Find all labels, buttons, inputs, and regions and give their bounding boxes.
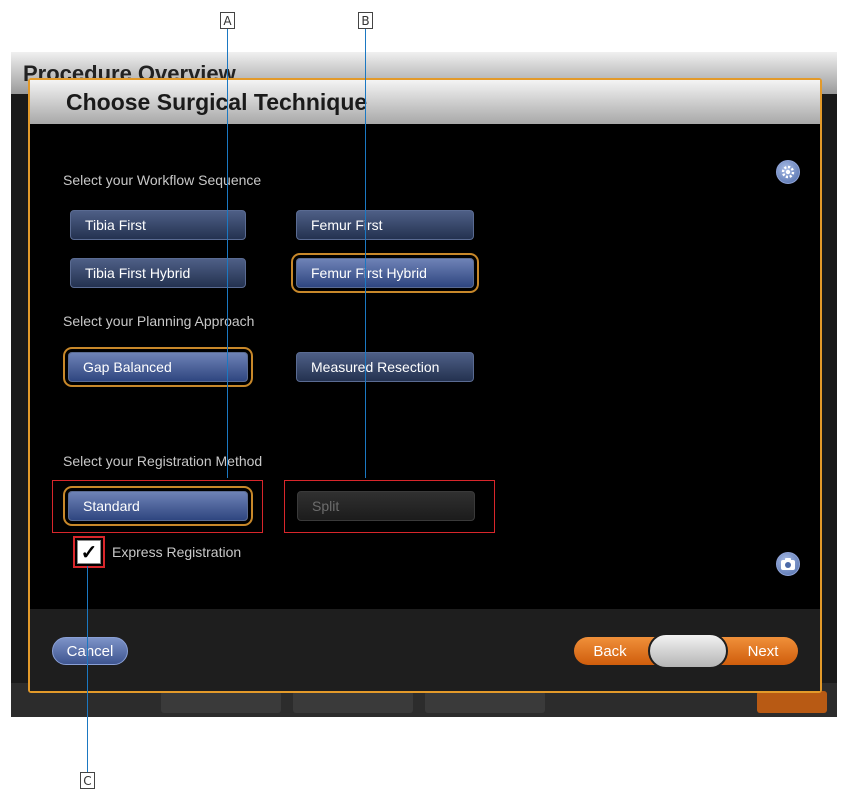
callout-c-line	[87, 566, 88, 772]
center-pill-button[interactable]	[648, 633, 728, 669]
gear-icon[interactable]	[776, 160, 800, 184]
planning-approach-label: Select your Planning Approach	[63, 313, 255, 329]
next-button[interactable]: Next	[716, 637, 798, 665]
background-footer-button	[161, 691, 281, 713]
gap-balanced-button[interactable]: Gap Balanced	[68, 352, 248, 382]
femur-first-button[interactable]: Femur First	[296, 210, 474, 240]
tibia-first-button[interactable]: Tibia First	[70, 210, 246, 240]
measured-resection-button[interactable]: Measured Resection	[296, 352, 474, 382]
dialog-header: Choose Surgical Technique	[30, 80, 820, 124]
callout-c-label: C	[80, 772, 95, 789]
dialog-footer: Cancel Back Next	[30, 609, 820, 691]
background-footer-button	[425, 691, 545, 713]
callout-a-line	[227, 29, 228, 478]
callout-b-line	[365, 29, 366, 478]
registration-method-label: Select your Registration Method	[63, 453, 263, 469]
express-registration-label: Express Registration	[112, 544, 242, 560]
tibia-first-hybrid-button[interactable]: Tibia First Hybrid	[70, 258, 246, 288]
background-footer-orange-button	[757, 691, 827, 713]
workflow-sequence-label: Select your Workflow Sequence	[63, 172, 262, 188]
callout-a-label: A	[220, 12, 235, 29]
standard-registration-button[interactable]: Standard	[68, 491, 248, 521]
background-footer-button	[293, 691, 413, 713]
express-registration-checkbox[interactable]: ✓	[77, 540, 101, 564]
split-registration-button: Split	[297, 491, 475, 521]
camera-icon[interactable]	[776, 552, 800, 576]
dialog-title: Choose Surgical Technique	[66, 89, 368, 115]
femur-first-hybrid-button[interactable]: Femur First Hybrid	[296, 258, 474, 288]
cancel-button[interactable]: Cancel	[52, 637, 128, 665]
surgical-technique-dialog: Choose Surgical Technique Select your Wo…	[28, 78, 822, 693]
callout-b-label: B	[358, 12, 373, 29]
